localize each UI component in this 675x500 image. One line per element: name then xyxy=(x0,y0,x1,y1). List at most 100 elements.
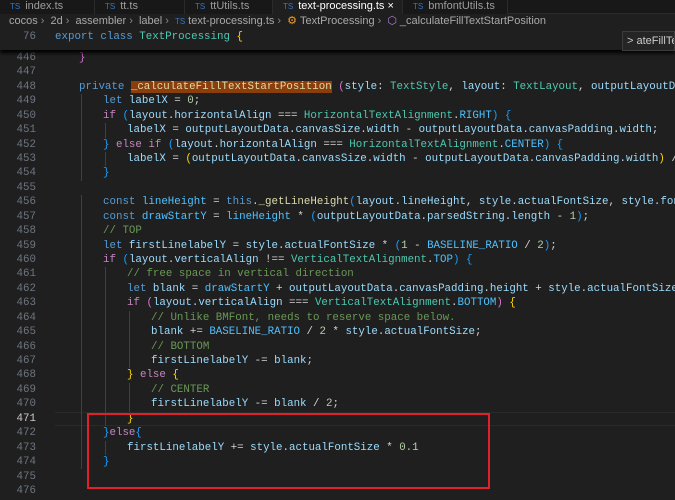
code-token: // TOP xyxy=(103,225,142,238)
code-token: style xyxy=(548,282,581,295)
code-token: canvasSize xyxy=(295,124,361,137)
code-token: style xyxy=(345,326,378,339)
code-line[interactable]: 461 // free space in vertical direction xyxy=(0,267,675,282)
tab-bmfontutils-ts[interactable]: TS bmfontUtils.ts xyxy=(403,0,508,14)
indent-guide xyxy=(81,123,82,138)
indent-guide xyxy=(81,382,82,398)
indent-guide xyxy=(81,440,82,456)
chevron-right-icon: › xyxy=(377,15,382,27)
code-token: } xyxy=(79,52,86,65)
code-editor[interactable]: 76export class TextProcessing { 445priva… xyxy=(0,29,675,500)
class-icon: ⚙ xyxy=(287,15,297,27)
breadcrumb-item[interactable]: text-processing.ts xyxy=(188,15,274,27)
line-number: 453 xyxy=(16,153,36,166)
tab-text-processing-ts[interactable]: TS text-processing.ts × xyxy=(273,0,403,14)
sticky-scroll-header[interactable]: 76 export class TextProcessing { xyxy=(0,29,675,50)
code-token: labelX xyxy=(128,95,168,108)
typescript-icon: TS xyxy=(413,2,424,11)
code-line[interactable]: 463 if (layout.verticalAlign === Vertical… xyxy=(0,296,675,311)
code-line[interactable]: 451 labelX = outputLayoutData.canvasSize.… xyxy=(0,123,675,138)
breadcrumb-item[interactable]: assembler xyxy=(75,15,126,27)
code-line[interactable]: 466 // BOTTOM xyxy=(0,339,675,355)
code-line[interactable]: 468} else { xyxy=(0,368,675,383)
code-line[interactable]: 462 let blank = drawStartY + outputLayout… xyxy=(0,281,675,297)
indent-guide xyxy=(81,195,82,210)
code-line[interactable]: 469 // CENTER xyxy=(0,382,675,398)
code-line[interactable]: 455 xyxy=(0,181,675,195)
close-tab-icon[interactable]: × xyxy=(388,0,394,12)
tab-ttutils-ts[interactable]: TS ttUtils.ts xyxy=(185,0,273,14)
indent-guide xyxy=(81,426,82,441)
code-line[interactable]: 465 blank += BASELINE_RATIO / 2 * style.a… xyxy=(0,325,675,340)
code-text: // Unlike BMFont, needs to reserve space… xyxy=(151,311,456,325)
code-token: blank xyxy=(151,326,184,339)
sticky-code-line[interactable]: 76 export class TextProcessing { xyxy=(0,30,675,44)
sticky-peek-widget[interactable]: > ateFillTex xyxy=(622,31,675,51)
code-line[interactable]: 464 // Unlike BMFont, needs to reserve sp… xyxy=(0,310,675,326)
indent-guide xyxy=(81,354,82,369)
code-token: ; xyxy=(193,95,201,108)
tab-label: index.ts xyxy=(25,0,64,12)
breadcrumb-item[interactable]: _calculateFillTextStartPosition xyxy=(400,15,546,27)
code-token: BASELINE_RATIO xyxy=(427,239,518,252)
code-token: export xyxy=(55,31,101,43)
code-token: firstLinelabelY xyxy=(151,398,249,411)
code-line[interactable]: 449 let labelX = 0; xyxy=(0,94,675,109)
code-token: ; xyxy=(582,210,590,223)
line-number: 466 xyxy=(16,340,36,353)
code-token: BASELINE_RATIO xyxy=(209,326,301,339)
line-number: 457 xyxy=(16,210,36,223)
code-line[interactable]: 470 firstLinelabelY -= blank / 2; xyxy=(0,397,675,412)
code-text: blank += BASELINE_RATIO / 2 * style.actu… xyxy=(151,325,482,339)
breadcrumb-item[interactable]: cocos xyxy=(9,15,38,27)
code-line[interactable]: 446} xyxy=(0,51,675,65)
code-text: // TOP xyxy=(103,224,142,238)
indent-guide xyxy=(81,325,82,340)
code-token: blank xyxy=(274,355,307,368)
code-text: const drawStartY = lineHeight * (outputL… xyxy=(103,210,589,224)
code-line[interactable]: 460 if (layout.verticalAlign !== Vertical… xyxy=(0,253,675,268)
tab-tt-ts[interactable]: TS tt.ts xyxy=(95,0,185,14)
chevron-right-icon: › xyxy=(65,15,70,27)
indent-guide xyxy=(81,152,82,167)
code-token: ; xyxy=(550,239,557,252)
code-token: const xyxy=(103,196,142,209)
breadcrumb-item[interactable]: label xyxy=(139,15,162,27)
line-number: 446 xyxy=(16,52,36,65)
code-line[interactable]: 452} else if (layout.horizontalAlign ===… xyxy=(0,137,675,153)
code-line[interactable]: 453 labelX = (outputLayoutData.canvasSize… xyxy=(0,152,675,167)
code-token: CENTER xyxy=(504,138,544,151)
code-token: if xyxy=(103,254,123,267)
tab-index-ts[interactable]: TS index.ts xyxy=(0,0,95,14)
code-line[interactable]: 456 const lineHeight = this._getLineHeigh… xyxy=(0,195,675,210)
line-number: 448 xyxy=(16,80,36,93)
indent-guide xyxy=(105,325,106,340)
line-number: 463 xyxy=(16,297,36,310)
code-token: labelX xyxy=(127,153,166,166)
code-line[interactable]: 447 xyxy=(0,65,675,79)
breadcrumb-item[interactable]: 2d xyxy=(50,15,62,27)
line-number: 452 xyxy=(16,138,36,151)
highlight-annotation-box xyxy=(87,413,490,489)
code-line[interactable]: 459 let firstLinelabelY = style.actualFon… xyxy=(0,238,675,254)
code-line[interactable]: 454} xyxy=(0,166,675,181)
code-token: -= xyxy=(248,398,275,411)
code-token: = xyxy=(206,210,227,223)
typescript-icon: TS xyxy=(105,2,116,11)
tab-label: tt.ts xyxy=(120,0,138,12)
code-line[interactable]: 467 firstLinelabelY -= blank; xyxy=(0,354,675,369)
breadcrumb-item[interactable]: TextProcessing xyxy=(300,15,375,27)
line-number: 454 xyxy=(16,167,36,180)
code-token: === xyxy=(316,138,350,151)
code-line[interactable]: 457 const drawStartY = lineHeight * (outp… xyxy=(0,209,675,225)
line-number: 474 xyxy=(16,456,36,469)
line-number: 467 xyxy=(16,355,36,368)
code-line[interactable]: 448 private _calculateFillTextStartPositi… xyxy=(0,80,675,94)
code-line[interactable]: 450 if (layout.horizontalAlign === Horizo… xyxy=(0,108,675,124)
code-token: _getLineHeight xyxy=(258,196,350,209)
code-token: = xyxy=(226,239,246,252)
chevron-right-icon: › xyxy=(277,15,282,27)
code-line[interactable]: 458 // TOP xyxy=(0,224,675,239)
code-text: labelX = (outputLayoutData.canvasSize.wi… xyxy=(127,152,675,166)
indent-guide xyxy=(81,108,82,124)
